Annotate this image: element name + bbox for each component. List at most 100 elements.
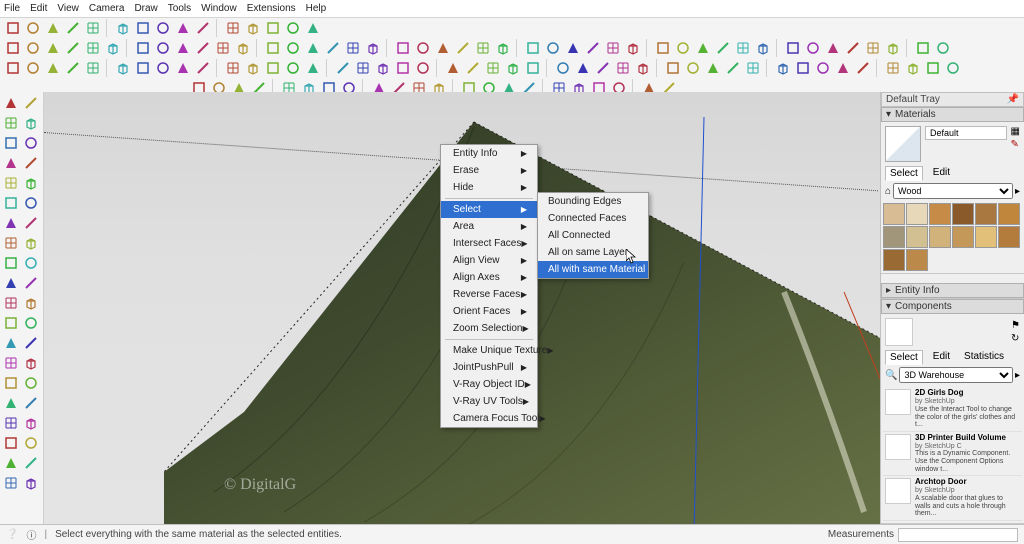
- toolbar-button[interactable]: [4, 39, 22, 57]
- toolbar-button[interactable]: [284, 59, 302, 77]
- tray-pin-icon[interactable]: 📌: [1007, 94, 1019, 105]
- palette-tool[interactable]: [2, 474, 20, 492]
- flag-icon[interactable]: ⚑: [1011, 320, 1020, 331]
- toolbar-button[interactable]: [454, 39, 472, 57]
- toolbar-button[interactable]: [684, 59, 702, 77]
- toolbar-button[interactable]: [914, 39, 932, 57]
- toolbar-button[interactable]: [64, 39, 82, 57]
- toolbar-button[interactable]: [194, 39, 212, 57]
- current-material-swatch[interactable]: [885, 126, 921, 162]
- menu-item-entity-info[interactable]: Entity Info▶: [441, 145, 537, 162]
- menu-window[interactable]: Window: [201, 3, 237, 14]
- menu-help[interactable]: Help: [306, 3, 327, 14]
- palette-tool[interactable]: [2, 274, 20, 292]
- comp-tab-select[interactable]: Select: [885, 350, 923, 365]
- toolbar-button[interactable]: [24, 39, 42, 57]
- toolbar-button[interactable]: [234, 39, 252, 57]
- palette-tool[interactable]: [22, 94, 40, 112]
- submenu-item-connected-faces[interactable]: Connected Faces: [538, 210, 648, 227]
- menu-item-orient-faces[interactable]: Orient Faces▶: [441, 303, 537, 320]
- toolbar-button[interactable]: [564, 39, 582, 57]
- toolbar-button[interactable]: [884, 39, 902, 57]
- component-list[interactable]: 2D Girls Dogby SketchUpUse the Interact …: [881, 385, 1024, 523]
- toolbar-button[interactable]: [544, 39, 562, 57]
- toolbar-button[interactable]: [494, 39, 512, 57]
- toolbar-button[interactable]: [474, 39, 492, 57]
- detail-icon[interactable]: ▸: [1015, 186, 1020, 197]
- palette-tool[interactable]: [22, 394, 40, 412]
- material-swatch[interactable]: [906, 226, 928, 248]
- menu-item-zoom-selection[interactable]: Zoom Selection▶: [441, 320, 537, 337]
- material-category-select[interactable]: Wood: [893, 183, 1013, 199]
- menu-item-intersect-faces[interactable]: Intersect Faces▶: [441, 235, 537, 252]
- palette-tool[interactable]: [22, 214, 40, 232]
- warehouse-select[interactable]: 3D Warehouse: [899, 367, 1013, 383]
- toolbar-button[interactable]: [134, 39, 152, 57]
- palette-tool[interactable]: [2, 214, 20, 232]
- toolbar-button[interactable]: [264, 39, 282, 57]
- palette-tool[interactable]: [2, 434, 20, 452]
- material-swatch[interactable]: [975, 203, 997, 225]
- toolbar-button[interactable]: [264, 59, 282, 77]
- context-menu[interactable]: Entity Info▶Erase▶Hide▶Select▶Area▶Inter…: [440, 144, 538, 428]
- toolbar-button[interactable]: [714, 39, 732, 57]
- tab-edit[interactable]: Edit: [929, 166, 954, 181]
- toolbar-button[interactable]: [134, 59, 152, 77]
- home-icon[interactable]: ⌂: [885, 186, 891, 197]
- component-item[interactable]: 3D Printer Build Volumeby SketchUp CThis…: [883, 432, 1022, 477]
- select-submenu[interactable]: Bounding EdgesConnected FacesAll Connect…: [537, 192, 649, 279]
- menu-item-align-axes[interactable]: Align Axes▶: [441, 269, 537, 286]
- tray-title-bar[interactable]: Default Tray 📌: [881, 92, 1024, 107]
- toolbar-button[interactable]: [734, 39, 752, 57]
- toolbar-button[interactable]: [174, 19, 192, 37]
- search-icon[interactable]: 🔍: [885, 370, 897, 381]
- material-swatch[interactable]: [883, 249, 905, 271]
- components-tabs[interactable]: Select Edit Statistics: [881, 350, 1024, 365]
- material-swatch[interactable]: [929, 203, 951, 225]
- palette-tool[interactable]: [2, 194, 20, 212]
- menu-item-select[interactable]: Select▶: [441, 201, 537, 218]
- material-swatch[interactable]: [906, 249, 928, 271]
- toolbar-button[interactable]: [704, 59, 722, 77]
- palette-tool[interactable]: [22, 454, 40, 472]
- comp-tab-stats[interactable]: Statistics: [960, 350, 1008, 365]
- menu-draw[interactable]: Draw: [134, 3, 157, 14]
- palette-tool[interactable]: [22, 434, 40, 452]
- palette-tool[interactable]: [22, 194, 40, 212]
- toolbar-button[interactable]: [824, 39, 842, 57]
- toolbar-button[interactable]: [394, 39, 412, 57]
- menu-item-erase[interactable]: Erase▶: [441, 162, 537, 179]
- toolbar-button[interactable]: [104, 39, 122, 57]
- material-swatch[interactable]: [883, 226, 905, 248]
- toolbar-button[interactable]: [4, 59, 22, 77]
- toolbar-button[interactable]: [194, 19, 212, 37]
- toolbar-button[interactable]: [554, 59, 572, 77]
- toolbar-button[interactable]: [664, 59, 682, 77]
- palette-tool[interactable]: [2, 94, 20, 112]
- menu-view[interactable]: View: [57, 3, 79, 14]
- menu-item-hide[interactable]: Hide▶: [441, 179, 537, 196]
- toolbar-button[interactable]: [24, 59, 42, 77]
- palette-tool[interactable]: [2, 294, 20, 312]
- material-swatch[interactable]: [998, 203, 1020, 225]
- tab-select[interactable]: Select: [885, 166, 923, 181]
- toolbar-button[interactable]: [154, 19, 172, 37]
- toolbar-button[interactable]: [174, 59, 192, 77]
- help-icon[interactable]: ❔: [6, 529, 18, 540]
- toolbar-button[interactable]: [864, 39, 882, 57]
- palette-tool[interactable]: [2, 314, 20, 332]
- menu-item-camera-focus-tool[interactable]: Camera Focus Tool▶: [441, 410, 537, 427]
- measurements-input[interactable]: [898, 528, 1018, 542]
- material-swatch[interactable]: [998, 226, 1020, 248]
- comp-tab-edit[interactable]: Edit: [929, 350, 954, 365]
- toolbar-button[interactable]: [414, 59, 432, 77]
- palette-tool[interactable]: [22, 354, 40, 372]
- menu-camera[interactable]: Camera: [89, 3, 125, 14]
- submenu-item-all-connected[interactable]: All Connected: [538, 227, 648, 244]
- menu-file[interactable]: File: [4, 3, 20, 14]
- submenu-item-bounding-edges[interactable]: Bounding Edges: [538, 193, 648, 210]
- materials-tabs[interactable]: Select Edit: [881, 166, 1024, 181]
- toolbar-button[interactable]: [924, 59, 942, 77]
- toolbar-button[interactable]: [84, 39, 102, 57]
- toolbar-button[interactable]: [194, 59, 212, 77]
